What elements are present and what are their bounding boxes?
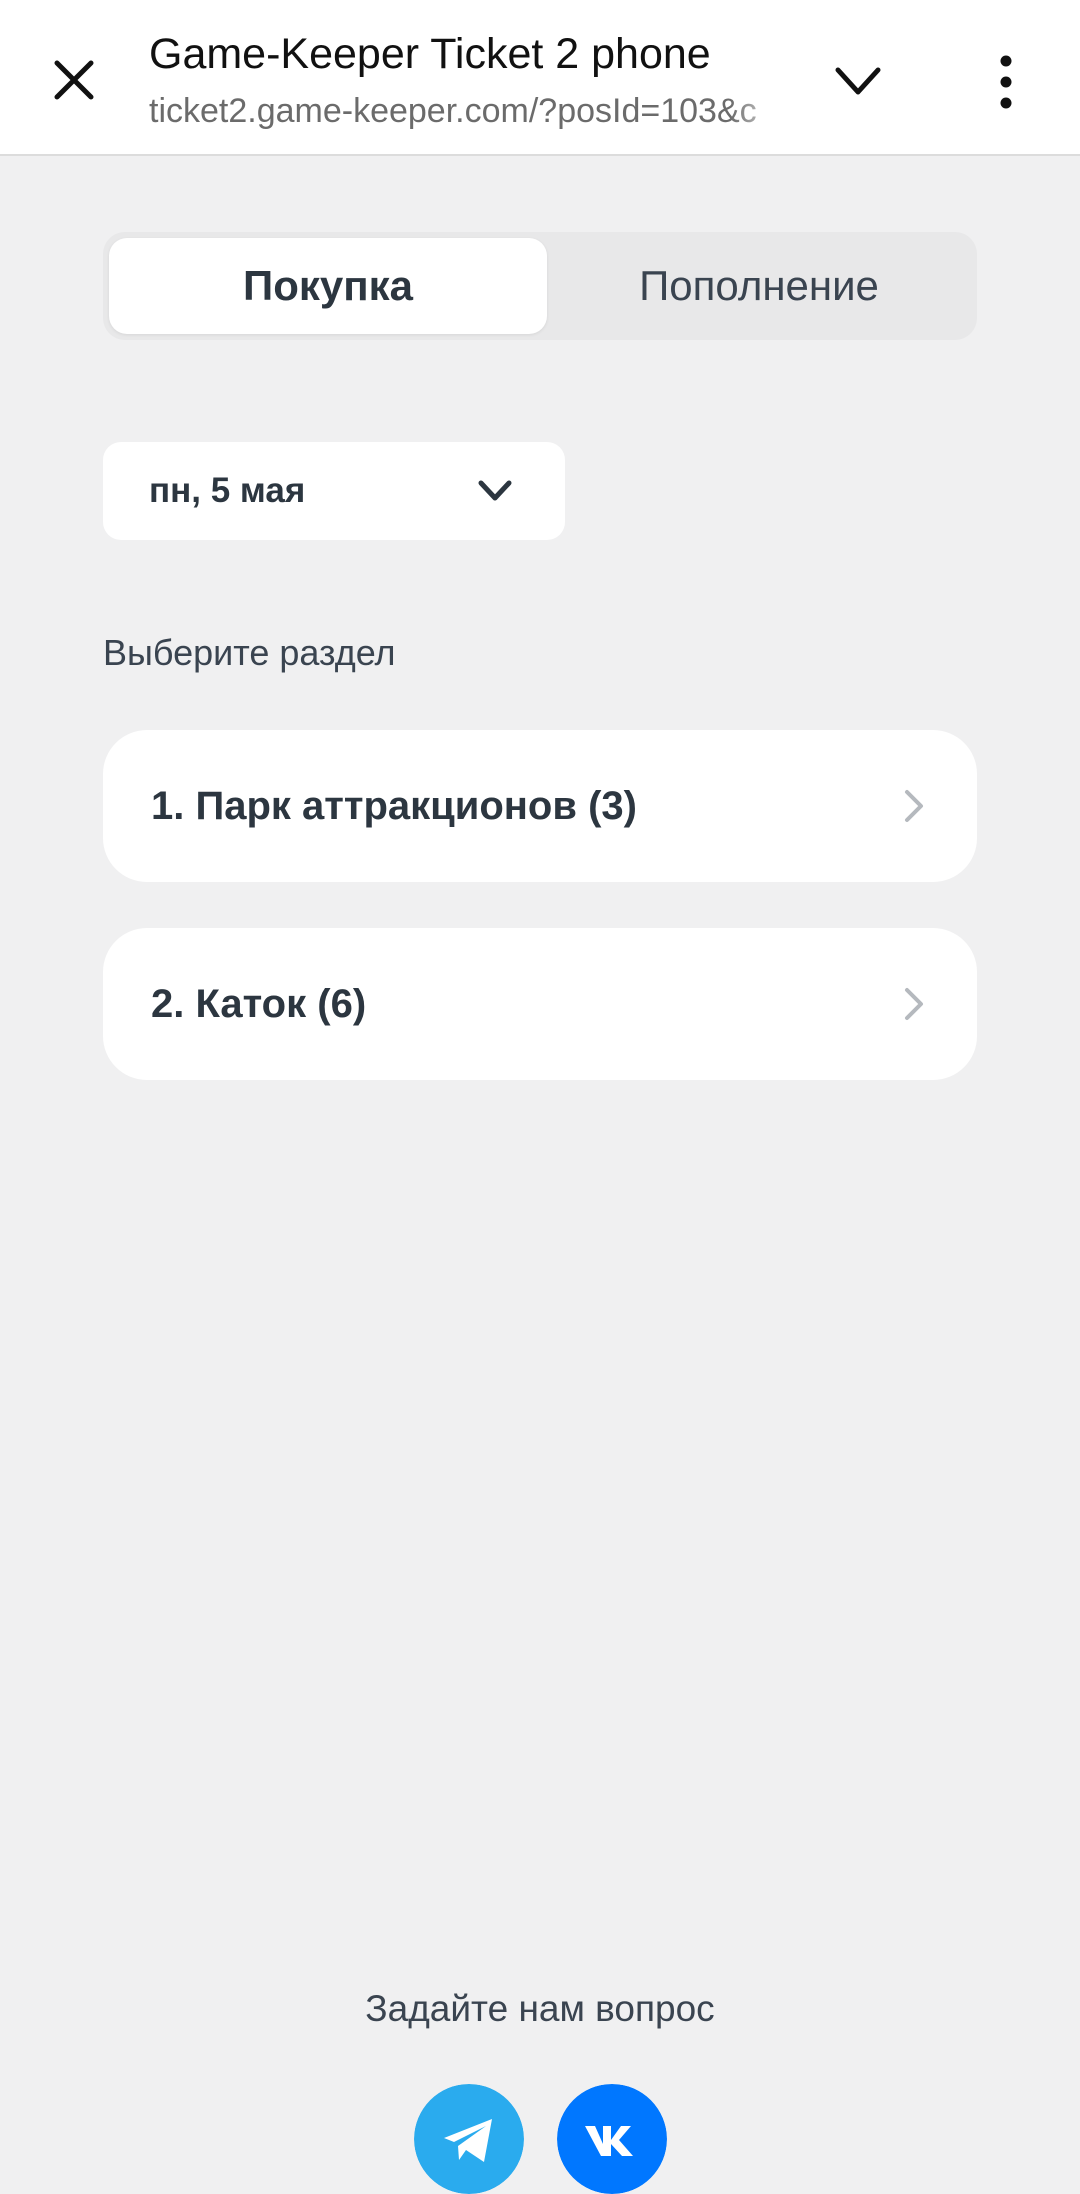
chevron-down-icon xyxy=(835,67,881,95)
url-fade xyxy=(730,88,790,134)
section-item-label: 2. Каток (6) xyxy=(151,982,367,1026)
more-menu-button[interactable] xyxy=(980,50,1032,114)
chevron-right-icon xyxy=(899,984,929,1024)
tab-purchase[interactable]: Покупка xyxy=(109,238,547,334)
section-item-label: 1. Парк аттракционов (3) xyxy=(151,784,637,828)
close-icon xyxy=(54,60,94,100)
mode-tabs: Покупка Пополнение xyxy=(103,232,977,340)
section-heading: Выберите раздел xyxy=(103,632,396,673)
page-title: Game-Keeper Ticket 2 phone xyxy=(149,30,711,78)
chevron-right-icon xyxy=(899,786,929,826)
section-item-skating-rink[interactable]: 2. Каток (6) xyxy=(103,928,977,1080)
vk-icon xyxy=(557,2084,667,2194)
date-value: пн, 5 мая xyxy=(149,471,306,510)
ask-question-label: Задайте нам вопрос xyxy=(365,1988,715,2029)
telegram-button[interactable] xyxy=(414,2084,524,2194)
page-url: ticket2.game-keeper.com/?posId=103&c xyxy=(149,92,757,130)
section-item-amusement-park[interactable]: 1. Парк аттракционов (3) xyxy=(103,730,977,882)
vk-button[interactable] xyxy=(557,2084,667,2194)
close-button[interactable] xyxy=(44,50,104,110)
chevron-down-icon xyxy=(475,472,515,510)
tab-top-up[interactable]: Пополнение xyxy=(547,238,971,334)
telegram-icon xyxy=(414,2084,524,2194)
expand-button[interactable] xyxy=(826,54,890,110)
browser-top-bar: Game-Keeper Ticket 2 phone ticket2.game-… xyxy=(0,0,1080,156)
date-select[interactable]: пн, 5 мая xyxy=(103,442,565,540)
more-vertical-icon xyxy=(1000,55,1012,109)
